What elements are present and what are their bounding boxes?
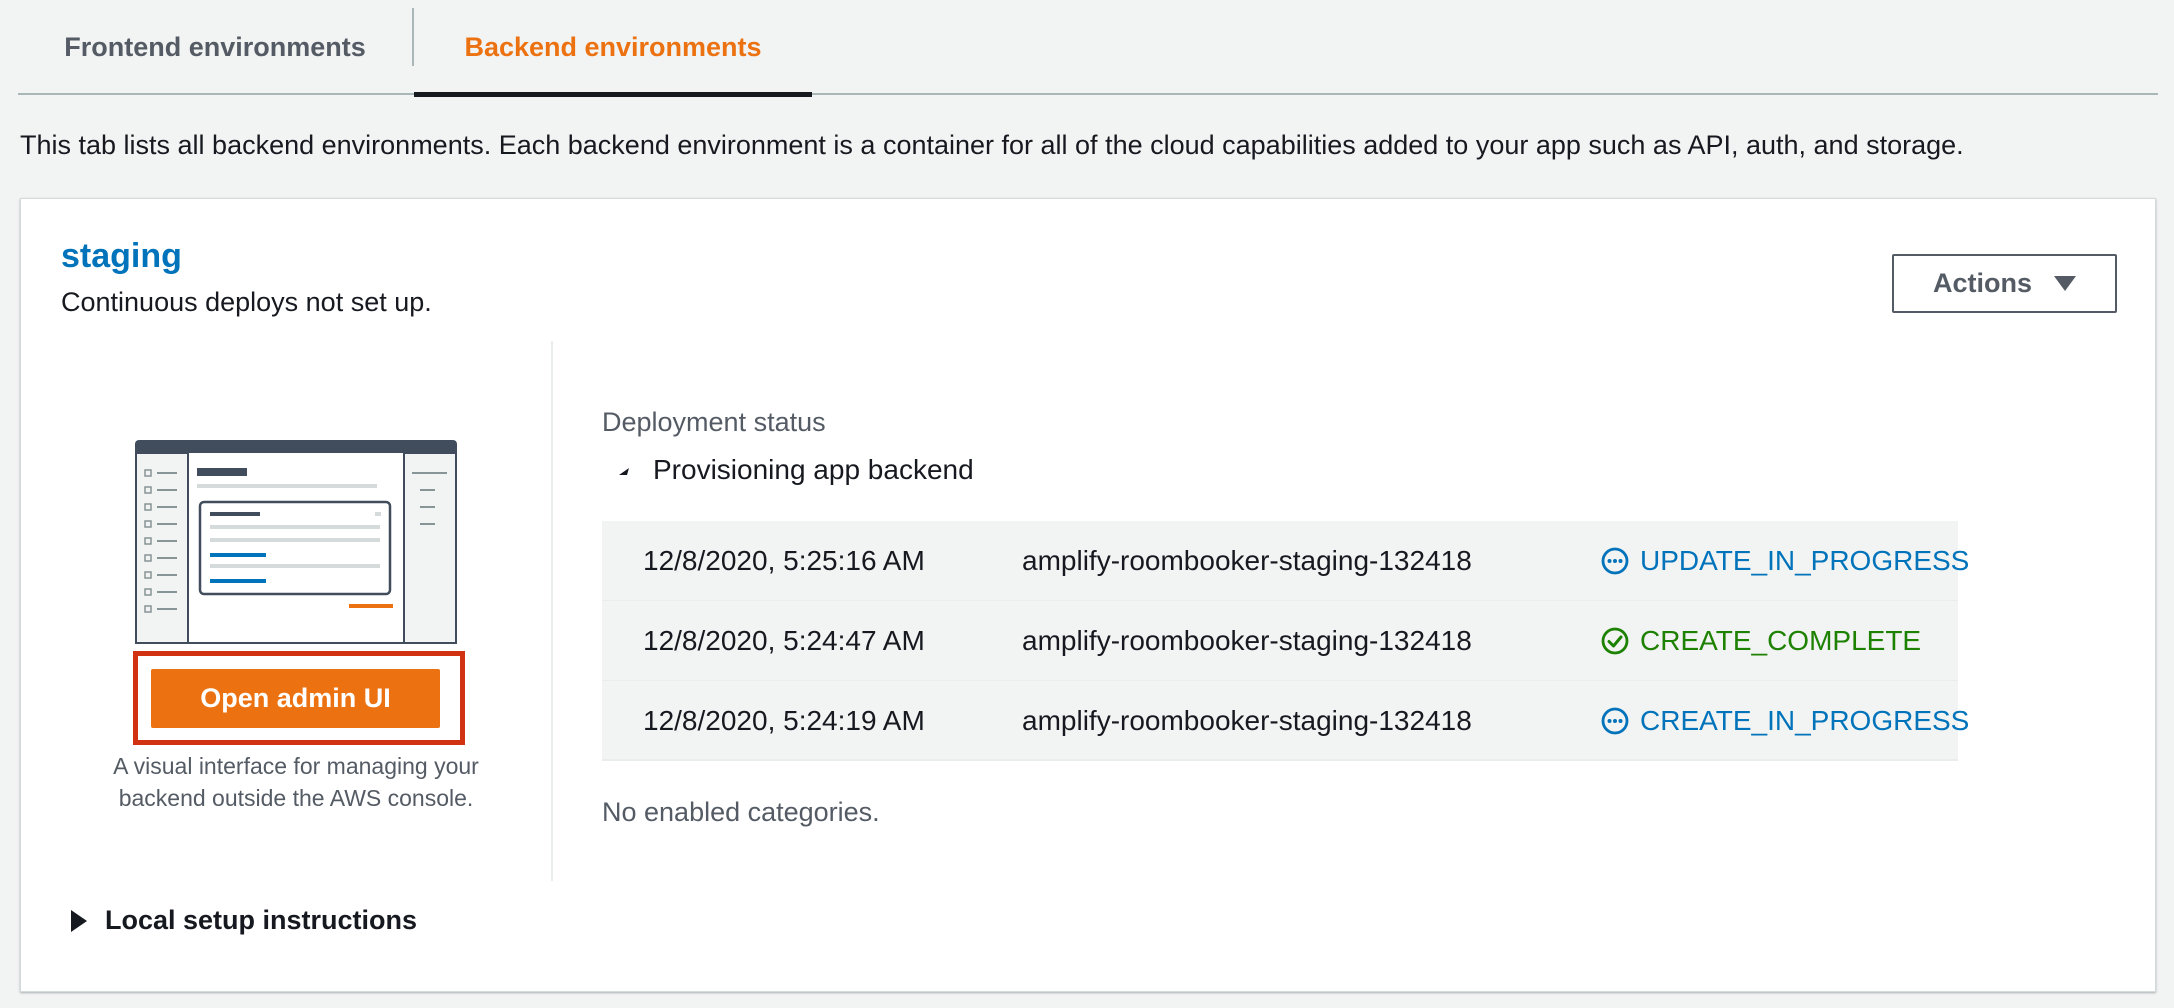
status-text: UPDATE_IN_PROGRESS xyxy=(1640,545,1970,576)
table-row: 12/8/2020, 5:24:19 AM amplify-roombooker… xyxy=(602,681,1969,761)
in-progress-icon xyxy=(1601,707,1629,735)
caret-right-icon xyxy=(71,909,87,932)
environment-name-link[interactable]: staging xyxy=(61,237,182,276)
admin-caption-line-2: backend outside the AWS console. xyxy=(118,785,474,811)
caret-expanded-icon xyxy=(619,468,629,475)
provisioning-label: Provisioning app backend xyxy=(653,454,974,485)
column-divider xyxy=(551,341,553,881)
status-text: CREATE_IN_PROGRESS xyxy=(1640,705,1970,736)
event-stack-name: amplify-roombooker-staging-132418 xyxy=(1022,545,1472,576)
provisioning-expander[interactable]: Provisioning app backend xyxy=(617,454,974,486)
event-stack-name: amplify-roombooker-staging-132418 xyxy=(1022,625,1472,656)
success-check-icon xyxy=(1601,627,1629,655)
event-time: 12/8/2020, 5:24:47 AM xyxy=(643,625,925,656)
tab-description: This tab lists all backend environments.… xyxy=(20,130,1964,160)
event-status: UPDATE_IN_PROGRESS xyxy=(1600,521,1969,601)
admin-ui-caption: A visual interface for managing your bac… xyxy=(81,750,511,814)
open-admin-ui-button[interactable]: Open admin UI xyxy=(151,669,440,728)
no-categories-text: No enabled categories. xyxy=(602,797,880,827)
admin-ui-illustration xyxy=(135,440,457,644)
environment-subtitle: Continuous deploys not set up. xyxy=(61,287,432,317)
tab-backend-environments[interactable]: Backend environments xyxy=(414,0,812,97)
event-stack-name: amplify-roombooker-staging-132418 xyxy=(1022,705,1472,736)
actions-dropdown-button[interactable]: Actions xyxy=(1892,254,2117,313)
status-text: CREATE_COMPLETE xyxy=(1640,625,1922,656)
deployment-status-label: Deployment status xyxy=(602,407,826,437)
local-setup-label: Local setup instructions xyxy=(105,905,418,935)
deployment-events-table: 12/8/2020, 5:25:16 AM amplify-roombooker… xyxy=(602,521,1969,761)
local-setup-expander[interactable]: Local setup instructions xyxy=(71,905,417,936)
event-time: 12/8/2020, 5:24:19 AM xyxy=(643,705,925,736)
in-progress-icon xyxy=(1601,547,1629,575)
environment-card: staging Continuous deploys not set up. A… xyxy=(20,198,2156,992)
event-time: 12/8/2020, 5:25:16 AM xyxy=(643,545,925,576)
tab-frontend-environments[interactable]: Frontend environments xyxy=(18,0,412,95)
actions-label: Actions xyxy=(1932,268,2032,298)
caret-down-icon xyxy=(2054,276,2076,291)
admin-caption-line-1: A visual interface for managing your xyxy=(113,753,479,779)
event-status: CREATE_COMPLETE xyxy=(1600,601,1921,681)
environment-tabs: Frontend environments Backend environmen… xyxy=(18,0,2158,97)
table-row: 12/8/2020, 5:25:16 AM amplify-roombooker… xyxy=(602,521,1969,601)
table-row: 12/8/2020, 5:24:47 AM amplify-roombooker… xyxy=(602,601,1958,681)
event-status: CREATE_IN_PROGRESS xyxy=(1600,681,1969,761)
